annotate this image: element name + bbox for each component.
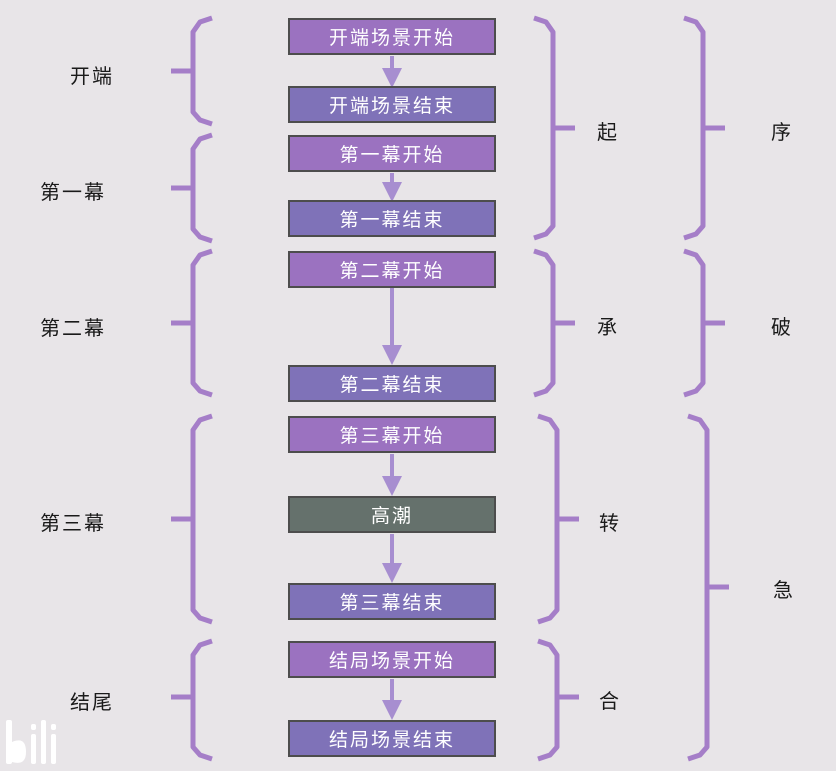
- label-ending: 结尾: [70, 690, 114, 714]
- box-opening-start: 开端场景开始: [288, 18, 496, 55]
- label-ji: 急: [773, 578, 795, 602]
- bracket-mid-cheng: [533, 248, 575, 398]
- bracket-left-ending: [171, 638, 213, 762]
- box-act2-end: 第二幕结束: [288, 365, 496, 402]
- box-act1-start: 第一幕开始: [288, 135, 496, 172]
- bracket-right-ji: [687, 413, 729, 762]
- label-cheng: 承: [597, 315, 619, 339]
- label-xu: 序: [771, 120, 793, 144]
- bracket-mid-zhuan: [537, 413, 579, 625]
- box-ending-start: 结局场景开始: [288, 641, 496, 678]
- box-opening-end: 开端场景结束: [288, 86, 496, 123]
- bracket-mid-he: [537, 638, 579, 762]
- label-qi: 起: [597, 120, 619, 144]
- bracket-mid-qi: [533, 15, 575, 241]
- label-po: 破: [771, 315, 793, 339]
- label-act2: 第二幕: [40, 316, 106, 340]
- box-act3-end: 第三幕结束: [288, 583, 496, 620]
- label-opening: 开端: [70, 64, 114, 88]
- label-act1: 第一幕: [40, 180, 106, 204]
- box-ending-end: 结局场景结束: [288, 720, 496, 757]
- bracket-right-po: [683, 248, 725, 398]
- label-zhuan: 转: [599, 511, 621, 535]
- box-act1-end: 第一幕结束: [288, 200, 496, 237]
- bracket-right-xu: [683, 15, 725, 241]
- bracket-left-opening: [171, 15, 213, 127]
- bracket-left-act3: [171, 413, 213, 625]
- bracket-left-act1: [171, 132, 213, 244]
- box-act2-start: 第二幕开始: [288, 251, 496, 288]
- bilibili-logo: [6, 720, 56, 764]
- box-climax: 高潮: [288, 496, 496, 533]
- label-act3: 第三幕: [40, 511, 106, 535]
- box-act3-start: 第三幕开始: [288, 416, 496, 453]
- label-he: 合: [599, 689, 621, 713]
- bracket-left-act2: [171, 248, 213, 398]
